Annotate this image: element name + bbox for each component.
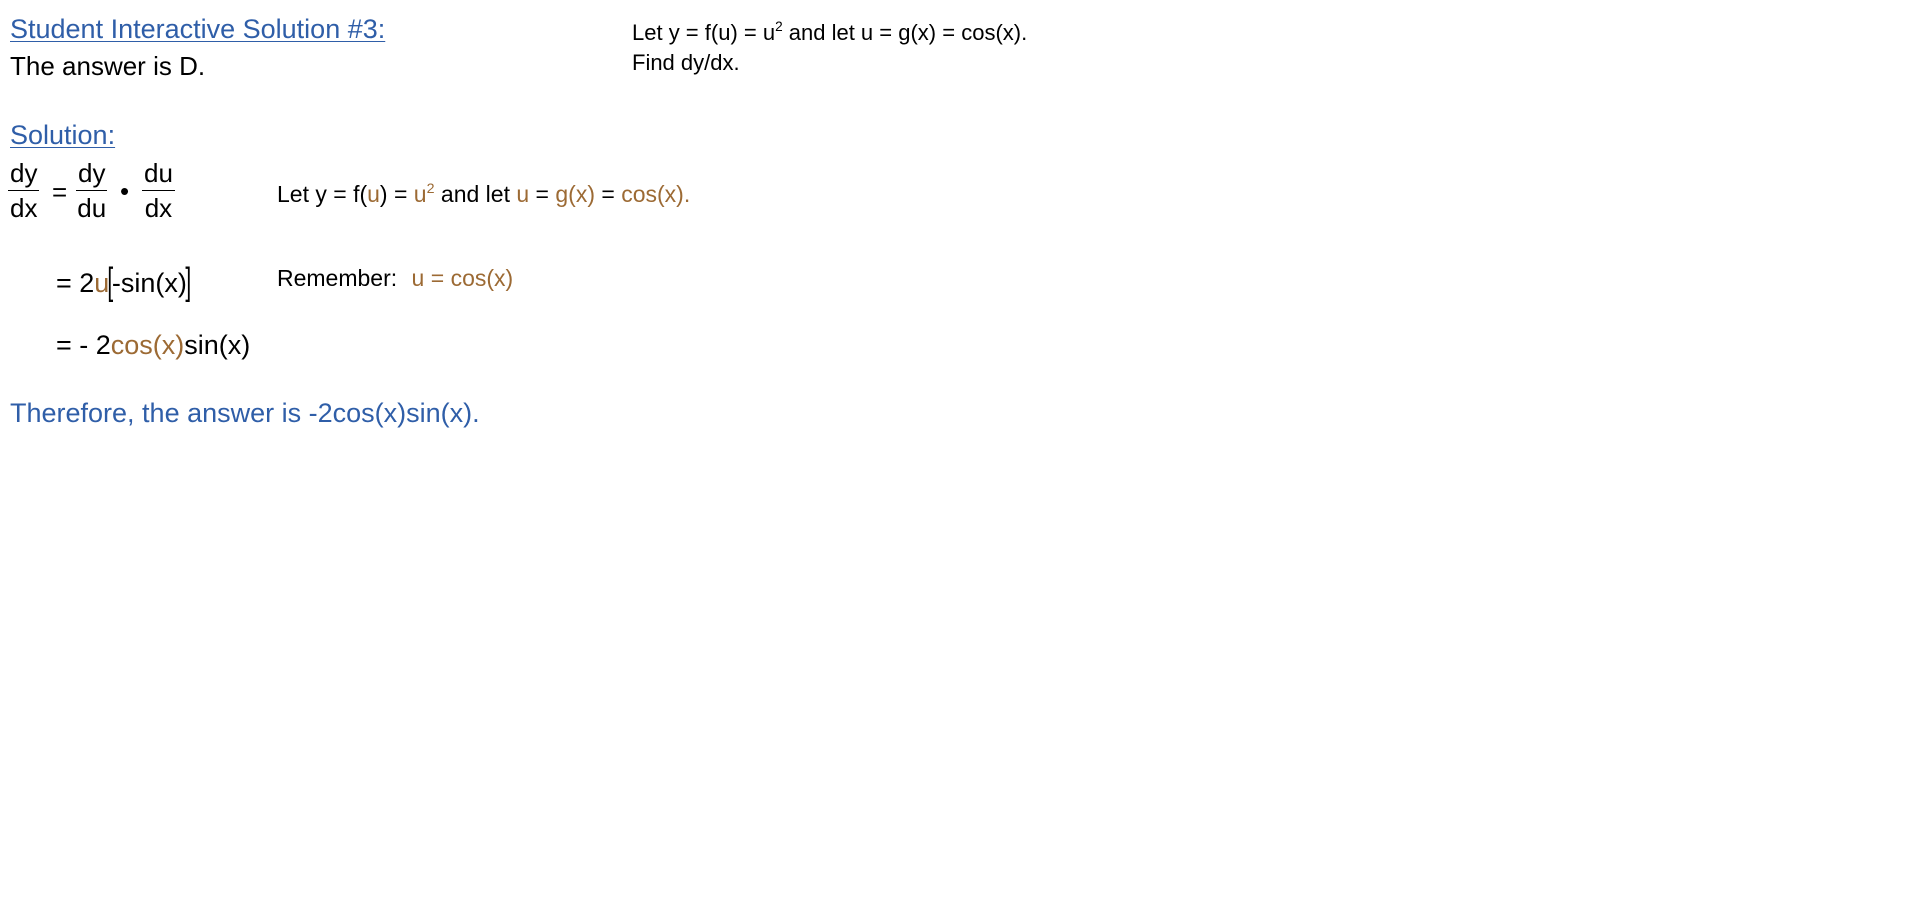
fraction-denominator: du	[77, 193, 107, 223]
problem-line-1: Let y = f(u) = u2 and let u = g(x) = cos…	[632, 20, 1027, 46]
problem-prefix: Let y = f(u) = u	[632, 20, 776, 45]
fraction-dy-du: dy du	[76, 158, 108, 223]
fraction-denominator: dx	[144, 193, 173, 223]
conclusion-text: Therefore, the answer is -2cos(x)sin(x).	[10, 398, 480, 428]
open-bracket: [	[107, 261, 114, 303]
step-1: = 2u[-sin(x)]	[56, 259, 192, 303]
remember-equals: =	[424, 265, 451, 291]
fraction-dy-dx: dy dx	[8, 158, 40, 223]
solution-heading[interactable]: Solution:	[10, 120, 115, 151]
given-cos: cos(x).	[621, 181, 691, 207]
fraction-denominator: dx	[10, 193, 38, 223]
step-1-inner: -sin(x)	[111, 268, 187, 298]
fraction-numerator: dy	[8, 158, 40, 191]
problem-suffix: and let u = g(x) = cos(x).	[782, 20, 1028, 45]
problem-exponent: 2	[775, 19, 783, 34]
given-text: Let y = f(	[277, 181, 368, 207]
given-u: u	[516, 181, 530, 207]
step-2-cos: cos(x)	[110, 330, 185, 360]
fraction-du-dx: du dx	[142, 158, 175, 223]
given-exponent: 2	[426, 180, 435, 197]
chain-equals: =	[52, 177, 68, 207]
fraction-numerator: du	[142, 158, 175, 191]
answer-text: The answer is D.	[10, 51, 206, 81]
remember-label: Remember:	[277, 265, 398, 291]
fraction-numerator: dy	[76, 158, 108, 191]
given-gx: g(x)	[555, 181, 596, 207]
remember-u: u	[411, 265, 425, 291]
step-1-prefix: = 2	[56, 268, 95, 298]
close-bracket: ]	[185, 261, 192, 303]
given-text: ) =	[379, 181, 414, 207]
given-statement: Let y = f(u) = u2 and let u = g(x) = cos…	[277, 181, 690, 208]
given-text: =	[595, 181, 622, 207]
page-title[interactable]: Student Interactive Solution #3:	[10, 14, 385, 45]
chain-dot: •	[120, 176, 130, 206]
step-2-sin: sin(x)	[184, 330, 251, 360]
remember-note: Remember: u = cos(x)	[277, 265, 513, 292]
given-text: =	[529, 181, 556, 207]
remember-cos: cos(x)	[450, 265, 514, 291]
step-2-prefix: = - 2	[56, 330, 111, 360]
given-u: u	[413, 181, 427, 207]
given-u: u	[367, 181, 380, 207]
problem-line-2: Find dy/dx.	[632, 50, 740, 75]
step-2: = - 2cos(x)sin(x)	[56, 330, 250, 361]
given-text: and let	[434, 181, 517, 207]
